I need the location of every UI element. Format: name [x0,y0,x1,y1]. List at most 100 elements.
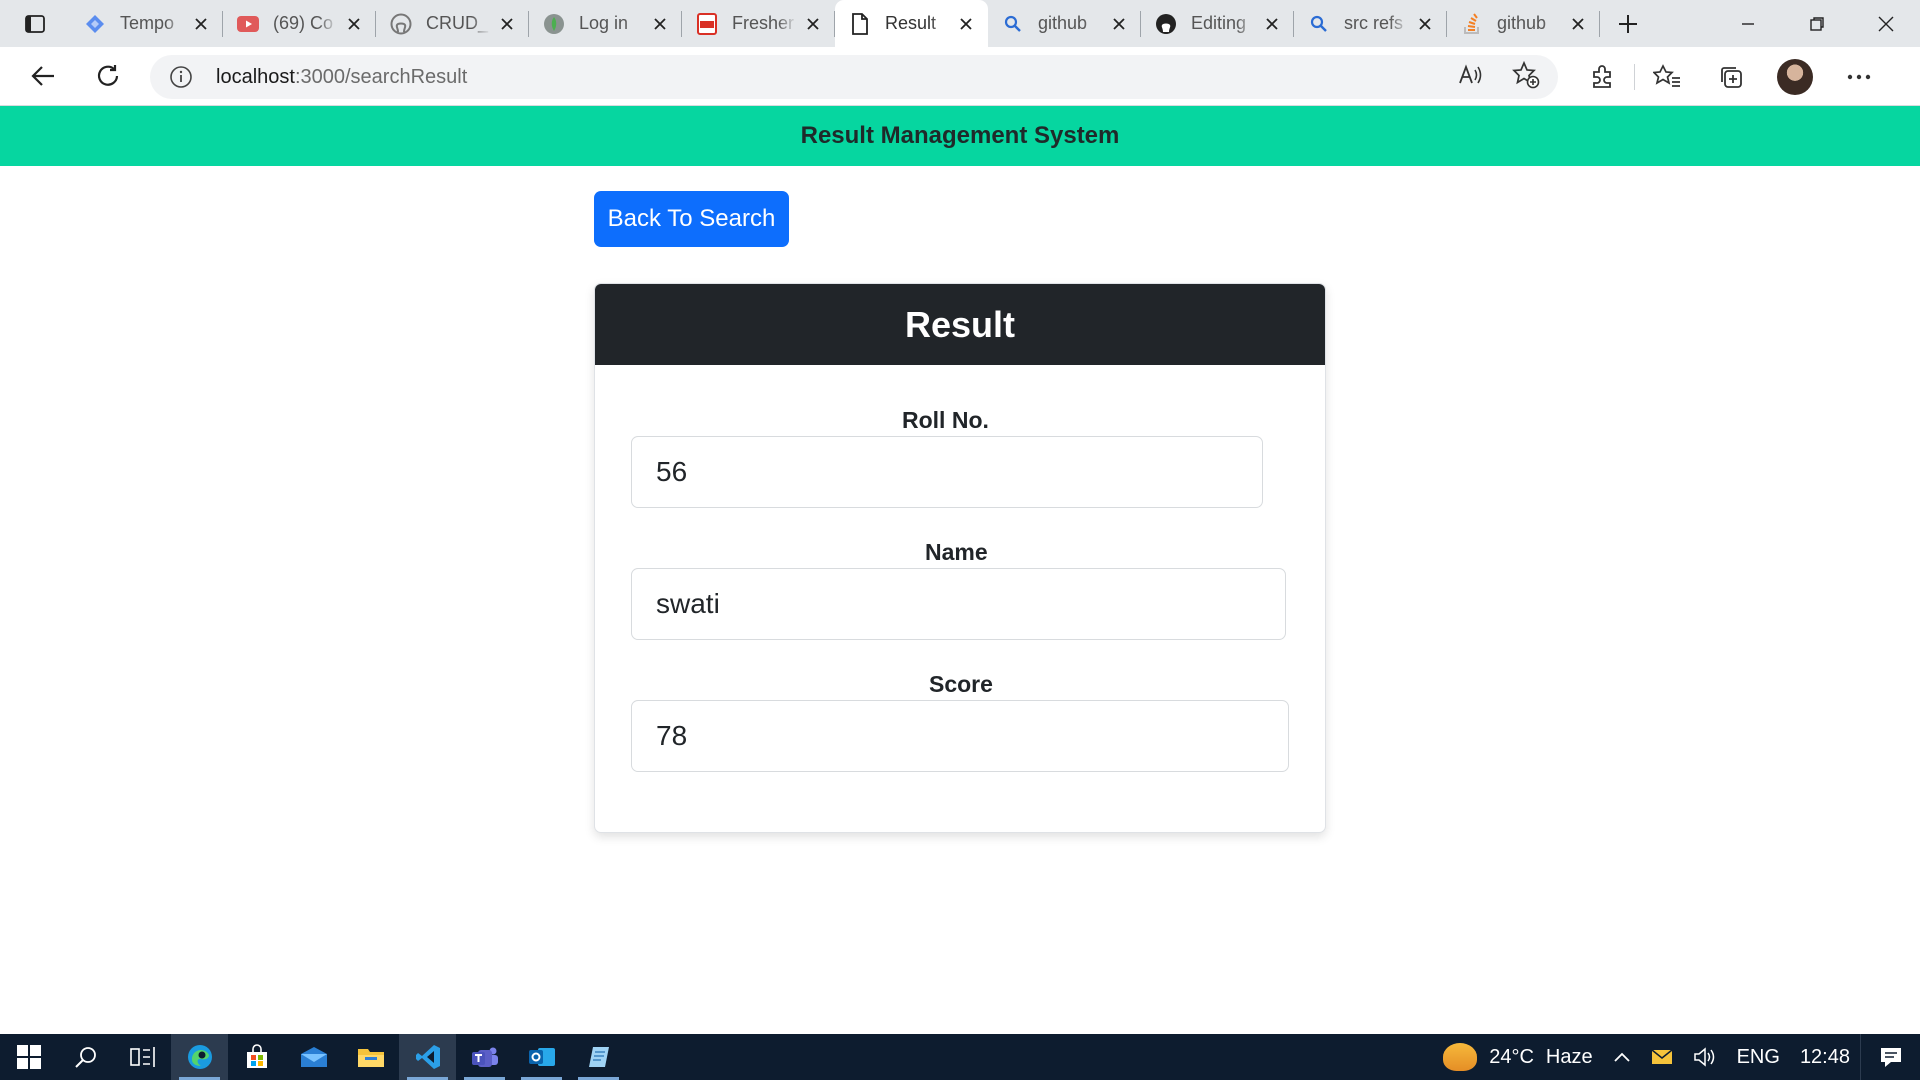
chevron-up-icon [1613,1052,1630,1062]
tab-title: Result [885,13,937,33]
search-icon [1002,13,1024,35]
speaker-icon [1693,1047,1714,1067]
browser-tab[interactable]: github [988,0,1141,47]
close-icon[interactable] [956,14,976,34]
weather-condition: Haze [1545,1045,1593,1068]
close-window-button[interactable] [1851,0,1920,47]
weather-widget[interactable]: 24°C Haze [1433,1034,1602,1080]
close-icon[interactable] [1415,14,1435,34]
card-header: Result [595,284,1325,365]
tab-actions-icon [25,14,45,33]
tab-actions-button[interactable] [0,0,70,47]
close-icon[interactable] [191,14,211,34]
github-icon [1155,13,1177,35]
settings-menu-button[interactable] [1827,47,1891,106]
tray-language[interactable]: ENG [1727,1034,1790,1080]
collections-button[interactable] [1699,47,1763,106]
github-icon [390,13,412,35]
task-view-icon [129,1047,155,1067]
taskbar-edge[interactable] [171,1034,228,1080]
browser-tab-active[interactable]: Result [835,0,988,47]
score-field[interactable] [631,700,1289,772]
add-favorite-icon[interactable] [1512,60,1540,94]
name-field[interactable] [631,568,1286,640]
card-title: Result [904,303,1016,345]
notifications-button[interactable] [1860,1034,1920,1080]
read-aloud-icon[interactable] [1458,63,1484,92]
folder-icon [357,1049,384,1067]
tray-volume[interactable] [1683,1034,1727,1080]
collections-icon [1721,66,1742,88]
tab-strip: Tempo (69) Co CRUD_ Log in Fresher Resul… [0,0,1920,47]
edge-icon [187,1045,212,1069]
score-label: Score [929,671,993,697]
browser-tab[interactable]: CRUD_ [376,0,529,47]
roll-no-field[interactable] [631,436,1263,508]
close-icon[interactable] [344,14,364,34]
store-icon [246,1044,267,1068]
notification-icon [1880,1048,1901,1067]
mail-icon [1651,1049,1673,1064]
address-bar[interactable]: localhost:3000/searchResult [150,55,1558,99]
close-icon[interactable] [1568,14,1588,34]
taskbar-file-explorer[interactable] [342,1034,399,1080]
taskbar-teams[interactable] [456,1034,513,1080]
jira-icon [84,13,106,35]
outlook-icon [528,1048,555,1066]
taskbar-mail[interactable] [285,1034,342,1080]
tab-title: Log in [579,13,629,33]
close-icon[interactable] [1109,14,1129,34]
system-tray: 24°C Haze ENG 12:48 [1433,1034,1920,1080]
browser-tab[interactable]: (69) Co [223,0,376,47]
mongodb-icon [543,13,565,35]
browser-tab[interactable]: Fresher [682,0,835,47]
close-icon[interactable] [803,14,823,34]
roll-no-label: Roll No. [902,407,989,433]
page-icon [849,12,871,35]
profile-button[interactable] [1763,47,1827,106]
taskbar-outlook[interactable] [513,1034,570,1080]
browser-tab[interactable]: Log in [529,0,682,47]
result-card: Result Roll No. Name Score [594,283,1326,833]
favorites-button[interactable] [1635,47,1699,106]
name-label: Name [925,539,988,565]
task-view-button[interactable] [114,1034,171,1080]
taskbar-vscode[interactable] [399,1034,456,1080]
stackoverflow-icon [1461,12,1483,35]
info-icon[interactable] [168,64,194,90]
tray-mail[interactable] [1641,1034,1683,1080]
start-button[interactable] [0,1034,57,1080]
back-to-search-button[interactable]: Back To Search [594,191,789,247]
browser-tab[interactable]: github [1447,0,1600,47]
refresh-button[interactable] [75,47,141,106]
taskbar-store[interactable] [228,1034,285,1080]
tray-overflow-button[interactable] [1603,1034,1641,1080]
url-host: localhost [216,65,295,88]
minimize-button[interactable] [1713,0,1782,47]
search-icon [74,1047,96,1068]
taskbar-search-button[interactable] [57,1034,114,1080]
new-tab-button[interactable] [1600,0,1656,47]
avatar [1777,58,1813,95]
close-icon[interactable] [497,14,517,34]
close-icon[interactable] [650,14,670,34]
browser-tab[interactable]: src refs [1294,0,1447,47]
restore-button[interactable] [1782,0,1851,47]
tab-title: github [1497,13,1547,33]
pdf-icon [696,12,718,35]
search-icon [1308,13,1330,35]
refresh-icon [97,65,119,86]
browser-tab[interactable]: Tempo [70,0,223,47]
plus-icon [1619,14,1637,33]
extensions-button[interactable] [1570,47,1634,106]
close-icon[interactable] [1262,14,1282,34]
youtube-icon [237,13,259,35]
back-nav-button[interactable] [10,47,76,106]
tray-clock[interactable]: 12:48 [1790,1034,1860,1080]
taskbar-notepad[interactable] [570,1034,627,1080]
tab-title: Editing [1191,13,1247,33]
puzzle-icon [1593,64,1611,88]
browser-tab[interactable]: Editing [1141,0,1294,47]
url-text[interactable]: localhost:3000/searchResult [216,66,467,89]
window-controls [1713,0,1920,47]
